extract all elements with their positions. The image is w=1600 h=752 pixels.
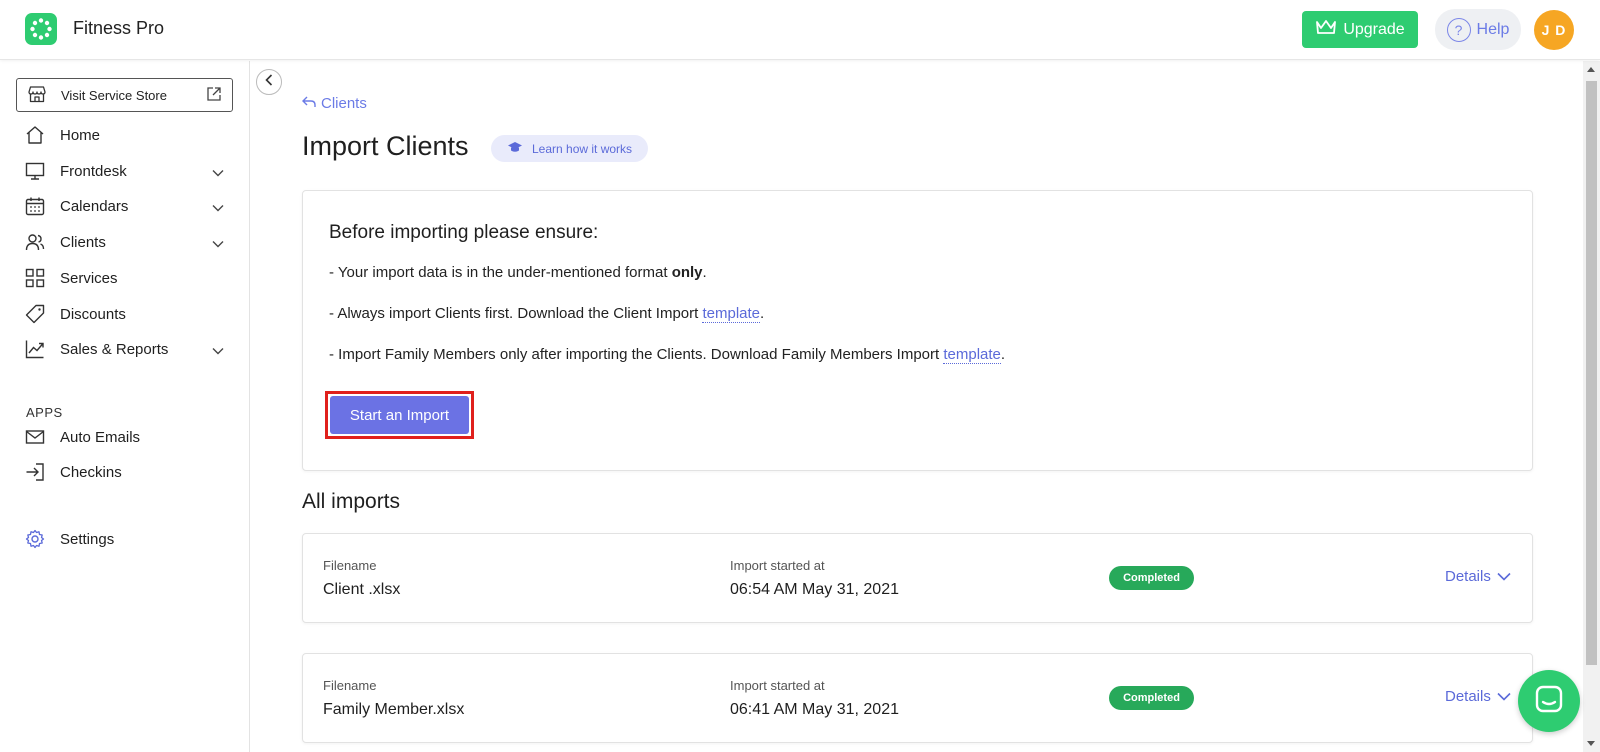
chevron-down-icon xyxy=(1497,568,1511,585)
sidebar-item-discounts[interactable]: Discounts xyxy=(0,298,250,330)
sidebar-item-home[interactable]: Home xyxy=(0,119,250,151)
sidebar-item-clients[interactable]: Clients xyxy=(0,226,250,258)
collapse-sidebar-button[interactable] xyxy=(256,69,282,95)
tag-icon xyxy=(24,303,46,325)
sidebar-item-label: Home xyxy=(60,126,101,144)
sidebar-item-checkins[interactable]: Checkins xyxy=(0,456,250,488)
chevron-down-icon xyxy=(212,342,224,359)
sidebar-item-frontdesk[interactable]: Frontdesk xyxy=(0,155,250,187)
top-bar: Fitness Pro Upgrade ? Help J D xyxy=(0,0,1600,60)
all-imports-heading: All imports xyxy=(302,490,401,513)
import-row: Filename Client .xlsx Import started at … xyxy=(302,533,1533,623)
status-badge: Completed xyxy=(1109,566,1194,590)
help-button[interactable]: ? Help xyxy=(1435,9,1521,50)
filename-value: Family Member.xlsx xyxy=(323,701,465,718)
learn-label: Learn how it works xyxy=(532,141,633,156)
visit-service-store-button[interactable]: Visit Service Store xyxy=(16,78,233,112)
status-badge: Completed xyxy=(1109,686,1194,710)
filename-label: Filename xyxy=(323,558,377,573)
started-value: 06:41 AM May 31, 2021 xyxy=(730,701,899,718)
sidebar-item-label: Checkins xyxy=(60,463,122,481)
details-label: Details xyxy=(1445,568,1491,585)
external-link-icon xyxy=(206,86,222,105)
filename-label: Filename xyxy=(323,678,377,693)
start-import-button[interactable]: Start an Import xyxy=(330,396,469,434)
store-icon xyxy=(27,85,47,106)
help-icon: ? xyxy=(1446,17,1471,42)
page-title: Import Clients xyxy=(302,131,469,161)
chat-icon xyxy=(1534,684,1564,719)
logo-icon[interactable] xyxy=(25,13,57,45)
sidebar-item-label: Auto Emails xyxy=(60,428,141,446)
login-icon xyxy=(24,461,46,483)
app-name: Fitness Pro xyxy=(73,18,165,38)
sidebar-item-label: Services xyxy=(60,269,118,287)
sidebar-item-calendars[interactable]: Calendars xyxy=(0,190,250,222)
grid-icon xyxy=(24,267,46,289)
upgrade-button[interactable]: Upgrade xyxy=(1302,11,1418,48)
sidebar-item-services[interactable]: Services xyxy=(0,262,250,294)
sidebar-item-settings[interactable]: Settings xyxy=(0,523,250,555)
chevron-down-icon xyxy=(212,164,224,181)
apps-section-label: APPS xyxy=(26,405,63,420)
sidebar: Visit Service Store Home Frontdesk Calen… xyxy=(0,61,250,752)
import-row: Filename Family Member.xlsx Import start… xyxy=(302,653,1533,743)
sidebar-item-label: Discounts xyxy=(60,305,126,323)
instruction-line-format: - Your import data is in the under-menti… xyxy=(329,264,707,281)
mail-icon xyxy=(24,426,46,448)
emphasis-only: only xyxy=(671,264,703,281)
chevron-down-icon xyxy=(1497,688,1511,705)
instruction-line-clients: - Always import Clients first. Download … xyxy=(329,305,765,323)
details-toggle[interactable]: Details xyxy=(1445,568,1511,585)
filename-value: Client .xlsx xyxy=(323,581,401,598)
sidebar-item-sales-reports[interactable]: Sales & Reports xyxy=(0,333,250,365)
scrollbar-thumb[interactable] xyxy=(1586,81,1597,665)
back-link-label: Clients xyxy=(321,95,367,112)
import-instructions-card: Before importing please ensure: - Your i… xyxy=(302,190,1533,471)
chart-icon xyxy=(24,338,46,360)
crown-icon xyxy=(1315,19,1337,40)
sidebar-item-label: Frontdesk xyxy=(60,162,127,180)
details-toggle[interactable]: Details xyxy=(1445,688,1511,705)
scroll-down-icon[interactable] xyxy=(1587,741,1595,746)
started-label: Import started at xyxy=(730,678,825,693)
calendar-icon xyxy=(24,195,46,217)
started-value: 06:54 AM May 31, 2021 xyxy=(730,581,899,598)
scroll-up-icon[interactable] xyxy=(1587,67,1595,72)
main-content: Clients Import Clients Learn how it work… xyxy=(251,61,1583,752)
chevron-down-icon xyxy=(212,199,224,216)
sidebar-item-label: Clients xyxy=(60,233,106,251)
store-label: Visit Service Store xyxy=(61,87,167,103)
started-label: Import started at xyxy=(730,558,825,573)
details-label: Details xyxy=(1445,688,1491,705)
chat-launcher-button[interactable] xyxy=(1518,670,1580,732)
sidebar-item-label: Sales & Reports xyxy=(60,340,169,358)
chevron-down-icon xyxy=(212,235,224,252)
chevron-left-icon xyxy=(265,73,273,91)
instructions-heading: Before importing please ensure: xyxy=(329,222,599,243)
vertical-scrollbar[interactable] xyxy=(1583,61,1600,752)
sidebar-item-label: Settings xyxy=(60,530,115,548)
instruction-line-family: - Import Family Members only after impor… xyxy=(329,346,1006,364)
learn-how-it-works-button[interactable]: Learn how it works xyxy=(491,135,649,162)
sidebar-item-auto-emails[interactable]: Auto Emails xyxy=(0,421,250,453)
family-template-link[interactable]: template xyxy=(943,346,1001,364)
sidebar-item-label: Calendars xyxy=(60,197,129,215)
graduation-cap-icon xyxy=(507,141,523,156)
client-template-link[interactable]: template xyxy=(702,305,761,323)
upgrade-label: Upgrade xyxy=(1343,20,1405,38)
help-label: Help xyxy=(1476,20,1510,38)
monitor-icon xyxy=(24,160,46,182)
gear-icon xyxy=(24,528,46,550)
home-icon xyxy=(24,124,46,146)
avatar[interactable]: J D xyxy=(1534,10,1574,50)
back-arrow-icon xyxy=(302,95,316,112)
users-icon xyxy=(24,231,46,253)
back-to-clients-link[interactable]: Clients xyxy=(302,95,367,112)
